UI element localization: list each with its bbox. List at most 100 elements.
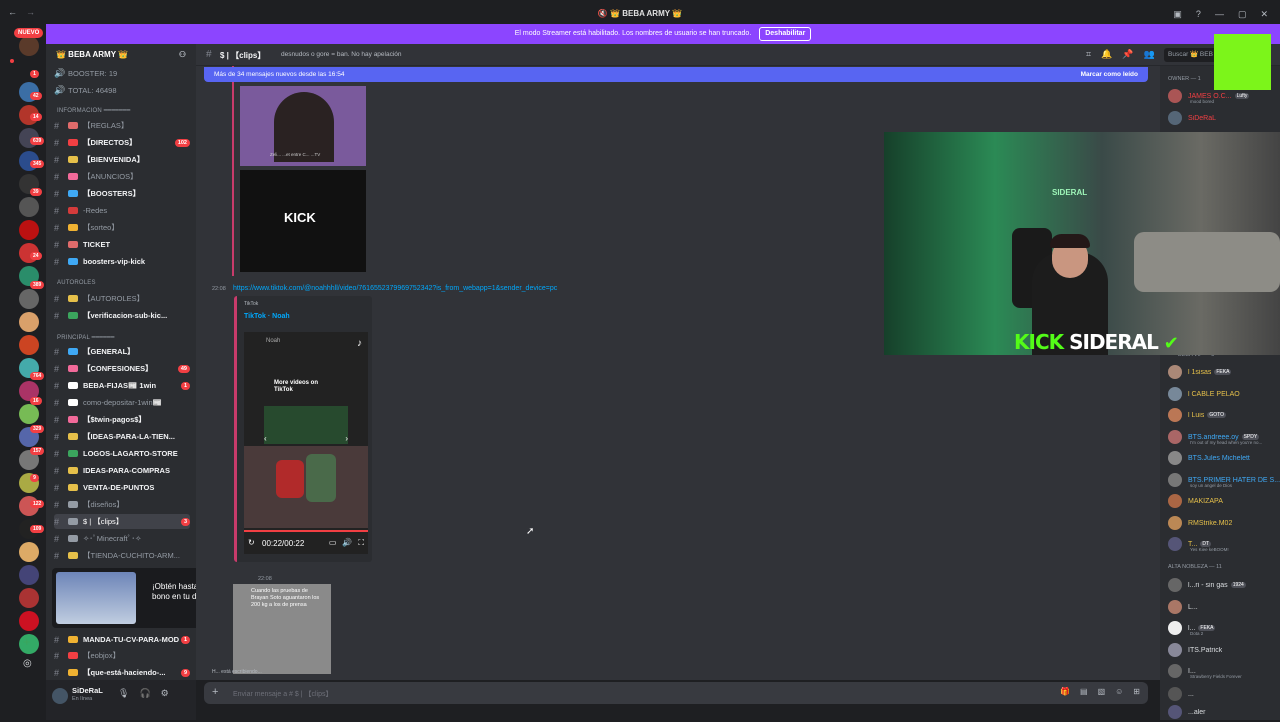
member-item[interactable]: I... Strawberry Fields Forever — [1168, 661, 1280, 681]
server-icon[interactable] — [19, 404, 39, 424]
stat-channel[interactable]: 🔊 BOOSTER: 19 — [54, 66, 190, 81]
server-icon[interactable] — [19, 565, 39, 585]
sticker-icon[interactable]: ▧ — [1098, 687, 1106, 696]
fullscreen-icon[interactable]: ⛶ — [358, 538, 364, 548]
headphones-icon[interactable]: 🎧 — [139, 688, 150, 699]
channel-item[interactable]: # 【GENERAL】 — [54, 344, 190, 359]
member-item[interactable]: ...aler — [1168, 702, 1280, 722]
avatar[interactable] — [52, 688, 68, 704]
channel-item[interactable]: # 【IDEAS-PARA-LA-TIEN... — [54, 429, 190, 444]
category-info[interactable]: INFORMACION ━━━━━━━ — [57, 107, 130, 114]
channel-item[interactable]: # TICKET — [54, 237, 190, 252]
member-item[interactable]: l Luis GOTO — [1168, 405, 1280, 425]
member-item[interactable]: SiDeRaL — [1168, 108, 1280, 128]
maximize-icon[interactable]: ▢ — [1238, 9, 1247, 20]
category-principal[interactable]: PRINCIPAL ━━━━━━ — [57, 334, 115, 341]
embed-author[interactable]: TikTok · Noah — [244, 313, 290, 320]
server-icon[interactable] — [19, 588, 39, 608]
inbox-icon[interactable]: ▣ — [1173, 9, 1182, 20]
disable-streamer-button[interactable]: Deshabilitar — [759, 27, 812, 41]
new-messages-bar[interactable]: Más de 34 mensajes nuevos desde las 16:5… — [204, 67, 1148, 82]
server-header[interactable]: 👑 BEBA ARMY 👑 ⚇ — [46, 44, 196, 66]
apps-icon[interactable]: ⊞ — [1133, 687, 1140, 696]
channel-item[interactable]: # 【TIENDA-CUCHITO-ARM... — [54, 548, 190, 563]
member-item[interactable]: BTS.Jules Michelett — [1168, 448, 1280, 468]
captions-icon[interactable]: ▭ — [329, 538, 337, 548]
pin-icon[interactable]: 📌 — [1122, 49, 1133, 60]
replay-icon[interactable]: ↻ — [248, 538, 255, 547]
channel-item[interactable]: # 【sorteo】 — [54, 220, 190, 235]
mark-read-button[interactable]: Marcar como leído — [1081, 67, 1138, 82]
member-item[interactable]: ... — [1168, 684, 1280, 704]
category-autoroles[interactable]: AUTOROLES — [57, 280, 96, 286]
channel-item[interactable]: # 【DIRECTOS】 102 — [54, 135, 190, 150]
add-server-icon[interactable]: + — [23, 634, 31, 649]
discover-icon[interactable]: ◎ — [23, 658, 32, 669]
channel-item[interactable]: # $ | 【clips】 3 — [54, 514, 190, 529]
member-item[interactable]: ITS.Patrick — [1168, 640, 1280, 660]
server-icon[interactable] — [19, 197, 39, 217]
channel-item[interactable]: # BEBA-FIJAS📰 1win 1 — [54, 378, 190, 393]
channel-item[interactable]: # MANDA-TU-CV-PARA-MOD 1 — [54, 632, 190, 647]
server-icon[interactable] — [19, 289, 39, 309]
emoji-icon[interactable]: ☺ — [1115, 687, 1123, 696]
channel-item[interactable]: # 【CONFESIONES】 49 — [54, 361, 190, 376]
tiktok-video-player[interactable]: Noah ♪ More videos on TikTok ‹ › ↻ 00:22… — [244, 332, 368, 554]
channel-item[interactable]: # 【BOOSTERS】 — [54, 186, 190, 201]
member-item[interactable]: BTS.PRIMER HATER DE S... soy un angel de … — [1168, 470, 1280, 490]
member-item[interactable]: L... — [1168, 597, 1280, 617]
previous-arrow-icon[interactable]: ‹ — [264, 434, 267, 443]
channel-item[interactable]: # boosters-vip-kick — [54, 254, 190, 269]
server-icon[interactable] — [19, 220, 39, 240]
channel-item[interactable]: # como-depositar-1win📰 — [54, 395, 190, 410]
member-item[interactable]: MAKIZAPA — [1168, 491, 1280, 511]
add-member-icon[interactable]: ⚇ — [179, 50, 186, 60]
member-item[interactable]: l 1sisas FEKA — [1168, 362, 1280, 382]
channel-item[interactable]: # 【diseños】 — [54, 497, 190, 512]
member-item[interactable]: l...ri - sin gas 1924 — [1168, 575, 1280, 595]
channel-item[interactable]: # 【$twin-pagos$】 — [54, 412, 190, 427]
video-thumbnail[interactable]: KICK — [240, 170, 366, 272]
video-thumbnail[interactable]: Zeli... ...et entre C... ...TV — [240, 86, 366, 166]
threads-icon[interactable]: ⌗ — [1086, 49, 1091, 60]
server-icon[interactable] — [19, 611, 39, 631]
channel-item[interactable]: # 【BIENVENIDA】 — [54, 152, 190, 167]
settings-icon[interactable]: ⚙ — [161, 688, 169, 699]
channel-item[interactable]: # IDEAS-PARA-COMPRAS — [54, 463, 190, 478]
channel-item[interactable]: # 【eobjox】 — [54, 648, 190, 663]
channel-item[interactable]: # LOGOS-LAGARTO-STORE — [54, 446, 190, 461]
channel-item[interactable]: # 【que-está-haciendo-... 9 — [54, 665, 190, 680]
channel-item[interactable]: # -Redes — [54, 203, 190, 218]
microphone-icon[interactable]: 🎙 — [118, 688, 129, 699]
message-input[interactable]: Enviar mensaje a # $ | 【clips】 — [233, 689, 332, 699]
server-icon[interactable] — [19, 335, 39, 355]
member-item[interactable]: l... FEKA Dota 2 — [1168, 618, 1280, 638]
help-icon[interactable]: ? — [1196, 9, 1201, 20]
gif-icon[interactable]: ▤ — [1080, 687, 1088, 696]
close-icon[interactable]: ✕ — [1260, 9, 1268, 20]
image-attachment[interactable]: Cuando las pruebas de Brayan Soto aguant… — [233, 584, 331, 674]
channel-item[interactable]: # ✧･ﾟMinecraftﾟ･✧ — [54, 531, 190, 546]
server-icon[interactable] — [19, 36, 39, 56]
member-item[interactable]: l CABLE PELAO — [1168, 384, 1280, 404]
server-icon[interactable] — [19, 312, 39, 332]
bell-icon[interactable]: 🔔 — [1101, 49, 1112, 60]
member-item[interactable]: RMStrike.M02 — [1168, 513, 1280, 533]
channel-item[interactable]: # 【AUTOROLES】 — [54, 291, 190, 306]
gift-icon[interactable]: 🎁 — [1060, 687, 1070, 696]
minimize-icon[interactable]: — — [1215, 9, 1224, 20]
server-icon[interactable] — [19, 542, 39, 562]
channel-item[interactable]: # VENTA-DE-PUNTOS — [54, 480, 190, 495]
volume-icon[interactable]: 🔊 — [342, 538, 352, 548]
tiktok-link[interactable]: https://www.tiktok.com/@noahhhll/video/7… — [233, 285, 557, 292]
channel-topic[interactable]: desnudos o gore = ban. No hay apelación — [281, 51, 402, 58]
member-item[interactable]: T... DT Yes Kiee keBOOM! — [1168, 534, 1280, 554]
channel-item[interactable]: # 【REGLAS】 — [54, 118, 190, 133]
attach-plus-icon[interactable]: + — [212, 686, 218, 698]
stat-channel[interactable]: 🔊 TOTAL: 46498 — [54, 83, 190, 98]
channel-item[interactable]: # 【ANUNCIOS】 — [54, 169, 190, 184]
next-arrow-icon[interactable]: › — [345, 434, 348, 443]
video-progress-bar[interactable] — [244, 530, 368, 532]
members-icon[interactable]: 👥 — [1144, 49, 1155, 60]
channel-item[interactable]: # 【verificacion-sub-kic... — [54, 308, 190, 323]
